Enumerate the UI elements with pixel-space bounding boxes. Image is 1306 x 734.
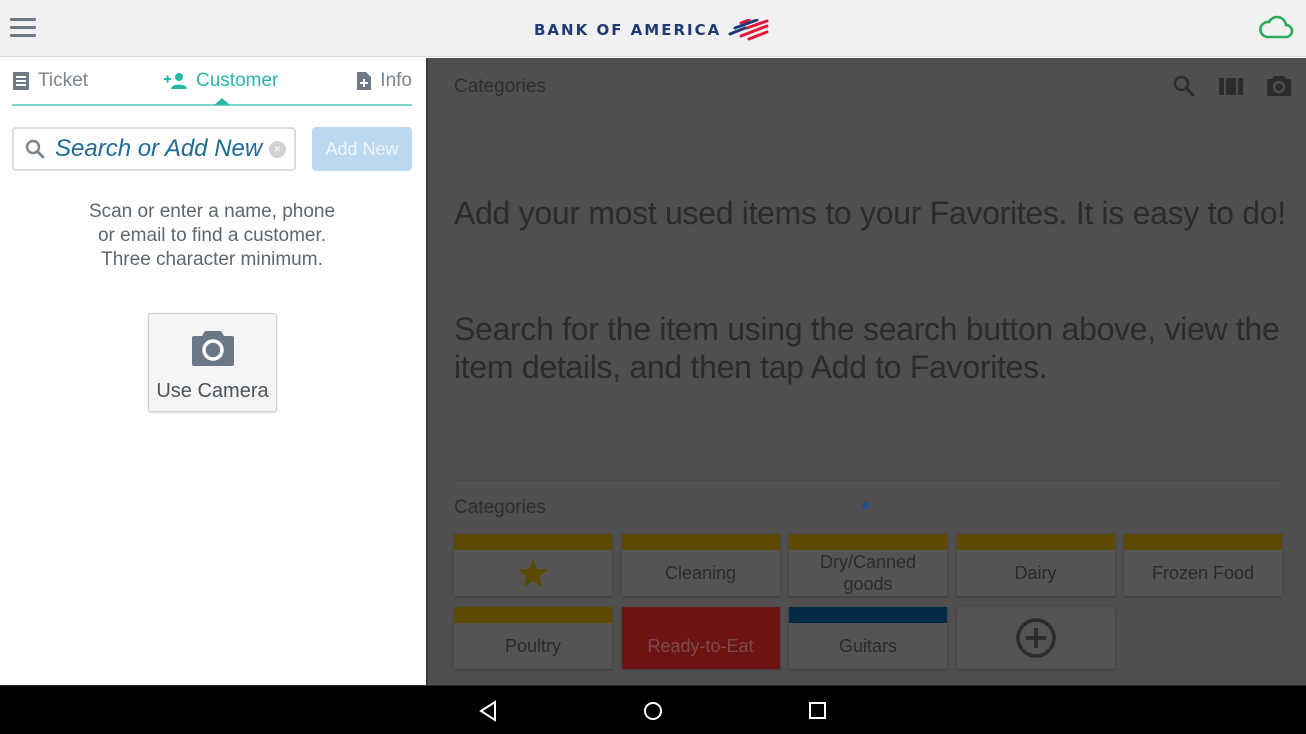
active-tab-indicator xyxy=(214,98,230,105)
hint-line: Three character minimum. xyxy=(101,249,323,270)
tab-ticket[interactable]: Ticket xyxy=(12,70,88,92)
category-tile[interactable]: Dairy xyxy=(956,534,1115,596)
top-bar: BANK OF AMERICA xyxy=(0,0,1306,57)
category-label: Poultry xyxy=(504,636,562,656)
categories-title: Categories xyxy=(454,497,546,518)
category-tile[interactable]: Ready-to-Eat xyxy=(621,607,780,669)
category-tile[interactable]: Cleaning xyxy=(621,534,780,596)
divider xyxy=(454,480,1280,481)
favorites-panel: Categories Add your most used items to y… xyxy=(426,58,1306,685)
tab-customer-label: Customer xyxy=(196,70,279,91)
use-camera-label: Use Camera xyxy=(156,380,269,402)
category-tile[interactable]: Guitars xyxy=(789,607,947,669)
category-label: Ready-to-Eat xyxy=(647,636,754,656)
category-label: Dry/Canned goods xyxy=(819,552,917,594)
page-indicator-dot xyxy=(862,502,869,509)
category-label: Frozen Food xyxy=(1151,563,1255,583)
add-document-icon xyxy=(357,72,372,90)
brand-name: BANK OF AMERICA xyxy=(534,21,722,39)
add-circle-icon xyxy=(957,607,1115,669)
receipt-icon xyxy=(13,72,29,90)
tab-info[interactable]: Info xyxy=(356,70,412,92)
cloud-sync-icon[interactable] xyxy=(1258,14,1294,40)
category-color-bar xyxy=(789,607,947,623)
use-camera-button[interactable]: Use Camera xyxy=(148,313,277,412)
camera-icon xyxy=(191,331,234,366)
system-nav-bar xyxy=(0,685,1306,734)
search-hint: Scan or enter a name, phone or email to … xyxy=(12,200,412,272)
star-icon xyxy=(454,550,612,596)
tab-ticket-label: Ticket xyxy=(38,70,88,91)
panel-title: Categories xyxy=(454,76,546,97)
category-color-bar xyxy=(454,607,612,623)
home-icon[interactable] xyxy=(642,700,664,722)
add-new-button[interactable]: Add New xyxy=(312,127,412,171)
camera-icon[interactable] xyxy=(1266,74,1292,98)
category-tile[interactable] xyxy=(454,534,612,596)
category-color-bar xyxy=(621,607,780,623)
category-label: Dairy xyxy=(1014,563,1057,583)
favorites-hint-1: Add your most used items to your Favorit… xyxy=(454,195,1286,231)
back-icon[interactable] xyxy=(478,700,498,722)
category-color-bar xyxy=(789,534,947,550)
category-label: Cleaning xyxy=(664,563,737,583)
category-color-bar xyxy=(1124,534,1282,550)
category-tile[interactable]: Poultry xyxy=(454,607,612,669)
hint-line: Scan or enter a name, phone xyxy=(88,201,336,222)
category-tile[interactable] xyxy=(956,607,1115,669)
recents-icon[interactable] xyxy=(808,700,828,722)
tab-bar: Ticket Customer Info xyxy=(12,58,412,106)
category-tile[interactable]: Frozen Food xyxy=(1124,534,1282,596)
clear-search-icon[interactable]: × xyxy=(269,141,286,158)
panel-toolbar xyxy=(1172,74,1292,98)
favorites-hint-2: Search for the item using the search but… xyxy=(454,311,1280,385)
category-tile[interactable]: Dry/Canned goods xyxy=(789,534,947,596)
bank-logo: BANK OF AMERICA xyxy=(534,16,771,44)
category-color-bar xyxy=(621,534,780,550)
category-label: Guitars xyxy=(838,636,898,656)
search-icon xyxy=(25,139,45,159)
menu-icon[interactable] xyxy=(10,18,36,38)
barcode-icon[interactable] xyxy=(1218,74,1244,98)
tab-customer[interactable]: Customer xyxy=(164,70,278,92)
customer-search-box: × xyxy=(12,127,296,171)
category-color-bar xyxy=(956,534,1115,550)
customer-search-input[interactable] xyxy=(55,135,265,163)
flag-icon xyxy=(728,19,769,41)
app: BANK OF AMERICA Ticket Customer Info Sea… xyxy=(0,0,1306,685)
category-color-bar xyxy=(454,534,612,550)
hint-line: or email to find a customer. xyxy=(97,225,327,246)
customer-panel: Ticket Customer Info Search or Add New ×… xyxy=(0,58,426,685)
add-person-icon xyxy=(164,73,187,89)
search-icon[interactable] xyxy=(1172,74,1196,98)
tab-info-label: Info xyxy=(380,70,412,91)
